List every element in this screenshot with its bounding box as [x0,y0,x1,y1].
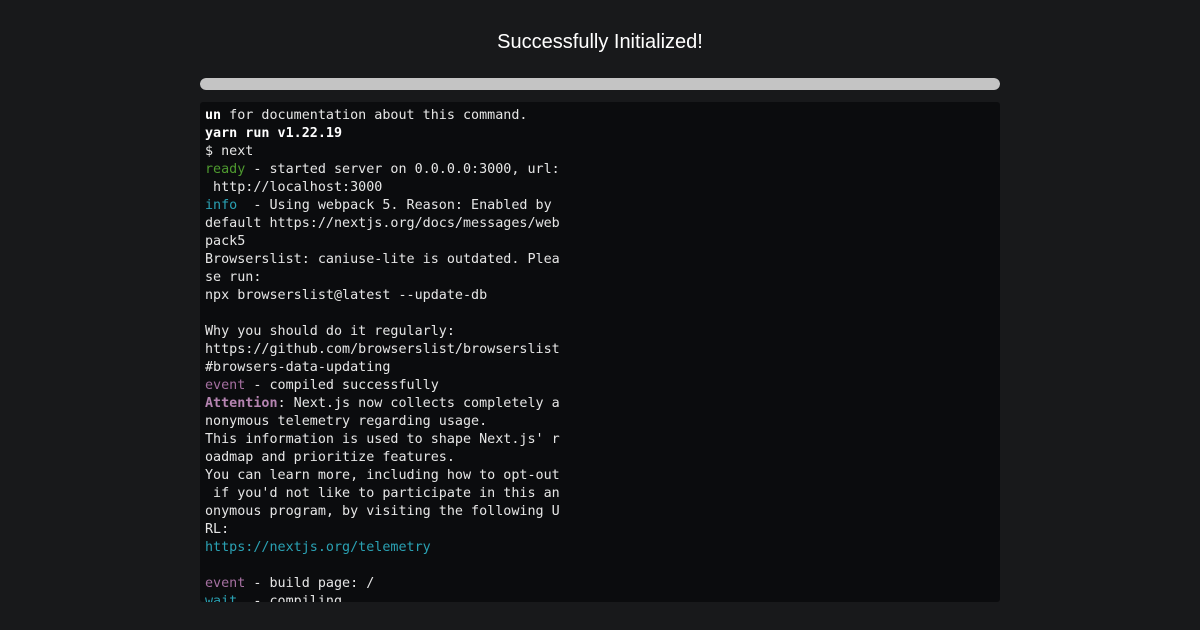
terminal-segment: oadmap and prioritize features. [205,450,455,465]
terminal-line: https://nextjs.org/telemetry [205,539,560,557]
terminal-segment: yarn run v1.22.19 [205,126,343,141]
terminal-line: event - compiled successfully [205,377,560,395]
terminal-segment: - started server on 0.0.0.0:3000, url: [245,162,560,177]
terminal-line: se run: [205,269,560,287]
terminal-segment: : Next.js now collects completely a [277,396,560,411]
terminal-line: RL: [205,521,560,539]
terminal-line: This information is used to shape Next.j… [205,431,560,449]
progress-bar [200,78,1000,90]
terminal-output[interactable]: un for documentation about this command.… [200,102,1000,602]
terminal-line: if you'd not like to participate in this… [205,485,560,503]
terminal-segment: se run: [205,270,262,285]
terminal-segment: - compiled successfully [245,378,439,393]
terminal-line: un for documentation about this command. [205,107,560,125]
terminal-line: npx browserslist@latest --update-db [205,287,560,305]
terminal-segment: un [205,108,222,123]
terminal-segment: - Using webpack 5. Reason: Enabled by [245,198,552,213]
terminal-segment: https://nextjs.org/telemetry [205,540,431,555]
terminal-segment: - compiling... [245,594,367,602]
terminal-segment: https://github.com/browserslist/browsers… [205,342,560,357]
terminal-segment: npx browserslist@latest --update-db [205,288,488,303]
terminal-segment: Browserslist: caniuse-lite is outdated. … [205,252,560,267]
terminal-segment: RL: [205,522,230,537]
page-title: Successfully Initialized! [497,31,703,53]
terminal-segment: Attention [205,396,278,411]
terminal-line: pack5 [205,233,560,251]
terminal-line: http://localhost:3000 [205,179,560,197]
progress-bar-fill [200,78,1000,90]
page: Successfully Initialized! un for documen… [0,0,1200,630]
terminal-line: oadmap and prioritize features. [205,449,560,467]
terminal-line: #browsers-data-updating [205,359,560,377]
terminal-segment: wait [205,594,246,602]
terminal-line: $ next [205,143,560,161]
terminal-segment: for documentation about this command. [221,108,528,123]
terminal-line: onymous program, by visiting the followi… [205,503,560,521]
terminal-line: Attention: Next.js now collects complete… [205,395,560,413]
terminal-segment: You can learn more, including how to opt… [205,468,560,483]
terminal-line: yarn run v1.22.19 [205,125,560,143]
terminal-segment: This information is used to shape Next.j… [205,432,560,447]
terminal-log: un for documentation about this command.… [205,107,560,602]
terminal-segment: event [205,576,246,591]
terminal-segment: info [205,198,246,213]
terminal-segment: default https://nextjs.org/docs/messages… [205,216,560,231]
terminal-segment: - build page: / [245,576,375,591]
terminal-segment: Why you should do it regularly: [205,324,455,339]
terminal-line: https://github.com/browserslist/browsers… [205,341,560,359]
terminal-segment: nonymous telemetry regarding usage. [205,414,488,429]
terminal-line: event - build page: / [205,575,560,593]
terminal-line: default https://nextjs.org/docs/messages… [205,215,560,233]
terminal-segment: if you'd not like to participate in this… [205,486,560,501]
terminal-segment: onymous program, by visiting the followi… [205,504,560,519]
terminal-segment: event [205,378,246,393]
terminal-line: You can learn more, including how to opt… [205,467,560,485]
terminal-segment: #browsers-data-updating [205,360,391,375]
terminal-line: ready - started server on 0.0.0.0:3000, … [205,161,560,179]
terminal-line: wait - compiling... [205,593,560,602]
terminal-line: nonymous telemetry regarding usage. [205,413,560,431]
terminal-segment: ready [205,162,246,177]
terminal-line: info - Using webpack 5. Reason: Enabled … [205,197,560,215]
terminal-segment: http://localhost:3000 [205,180,383,195]
terminal-segment: $ next [205,144,254,159]
terminal-line: Browserslist: caniuse-lite is outdated. … [205,251,560,269]
terminal-line: Why you should do it regularly: [205,323,560,341]
terminal-segment: pack5 [205,234,246,249]
